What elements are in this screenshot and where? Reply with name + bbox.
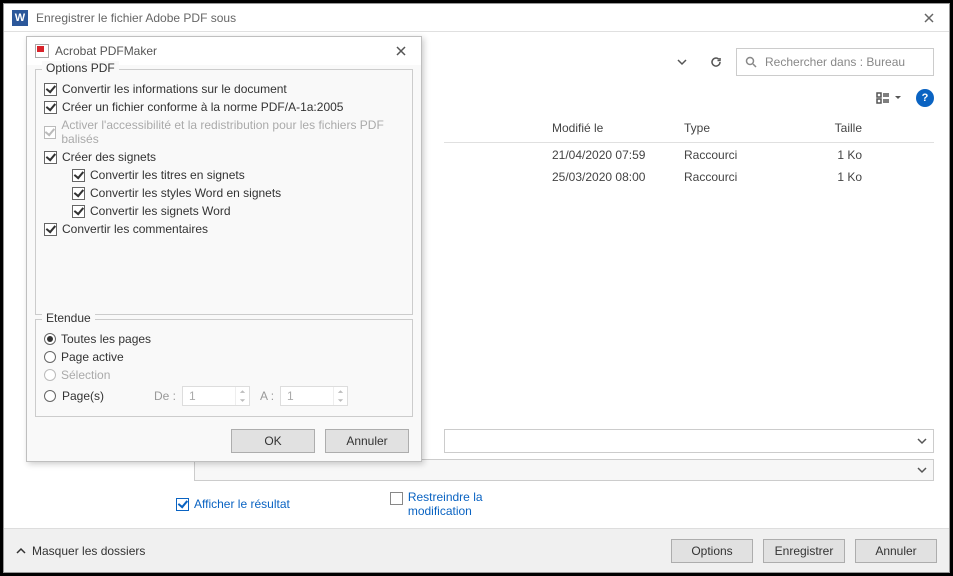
col-header-name[interactable]	[444, 119, 552, 142]
checkbox-icon	[72, 187, 85, 200]
view-toolbar: ?	[876, 89, 934, 107]
view-mode-button[interactable]	[876, 92, 902, 104]
pdfmaker-title: Acrobat PDFMaker	[55, 44, 389, 58]
opt-bm-styles[interactable]: Convertir les styles Word en signets	[44, 184, 404, 202]
refresh-button[interactable]	[702, 48, 730, 76]
range-from-label: De :	[154, 389, 176, 403]
close-icon	[396, 46, 406, 56]
radio-icon	[44, 369, 56, 381]
filename-field[interactable]	[444, 429, 934, 453]
pdf-options-group: Options PDF Convertir les informations s…	[35, 69, 413, 315]
chevron-down-icon	[677, 57, 687, 67]
file-row[interactable]: 21/04/2020 07:59 Raccourci 1 Ko	[444, 146, 934, 166]
file-row[interactable]: 25/03/2020 08:00 Raccourci 1 Ko	[444, 168, 934, 188]
dropdown-arrow-icon	[894, 94, 902, 102]
close-icon	[924, 13, 934, 23]
pdfmaker-ok-button[interactable]: OK	[231, 429, 315, 453]
opt-bm-headings[interactable]: Convertir les titres en signets	[44, 166, 404, 184]
checkbox-icon	[390, 492, 403, 505]
save-as-dialog: W Enregistrer le fichier Adobe PDF sous …	[3, 3, 950, 573]
opt-bookmarks[interactable]: Créer des signets	[44, 148, 404, 166]
checkbox-icon	[176, 498, 189, 511]
range-pages-row: Page(s) De : 1 A : 1	[44, 384, 404, 408]
spin-up-icon[interactable]	[239, 389, 246, 394]
spin-up-icon[interactable]	[337, 389, 344, 394]
pdfmaker-dialog: Acrobat PDFMaker Options PDF Convertir l…	[26, 36, 422, 462]
checkbox-icon	[44, 223, 57, 236]
opt-bm-word[interactable]: Convertir les signets Word	[44, 202, 404, 220]
spin-down-icon[interactable]	[239, 398, 246, 403]
range-from-spinner[interactable]: 1	[182, 386, 250, 406]
opt-comments[interactable]: Convertir les commentaires	[44, 220, 404, 238]
pdfmaker-button-row: OK Annuler	[27, 421, 421, 461]
show-result-checkbox[interactable]: Afficher le résultat	[176, 490, 290, 518]
range-pages-radio[interactable]	[44, 390, 56, 402]
range-to-label: A :	[260, 389, 274, 403]
col-header-type[interactable]: Type	[684, 119, 802, 142]
range-selection: Sélection	[44, 366, 404, 384]
main-titlebar: W Enregistrer le fichier Adobe PDF sous	[4, 4, 949, 32]
bottom-options: Afficher le résultat Restreindre la modi…	[4, 490, 949, 518]
pdf-icon	[35, 44, 49, 58]
pdfmaker-close-button[interactable]	[389, 39, 413, 63]
pdfmaker-cancel-button[interactable]: Annuler	[325, 429, 409, 453]
checkbox-icon	[44, 151, 57, 164]
chevron-down-icon	[917, 436, 927, 446]
radio-icon	[44, 333, 56, 345]
file-list-header: Modifié le Type Taille	[444, 119, 934, 143]
range-current[interactable]: Page active	[44, 348, 404, 366]
col-header-modified[interactable]: Modifié le	[552, 119, 684, 142]
search-placeholder: Rechercher dans : Bureau	[765, 55, 905, 69]
filetype-field[interactable]	[194, 459, 934, 481]
opt-tagged: Activer l'accessibilité et la redistribu…	[44, 116, 404, 148]
range-legend: Etendue	[42, 311, 95, 325]
checkbox-icon	[72, 169, 85, 182]
options-button[interactable]: Options	[671, 539, 753, 563]
range-all[interactable]: Toutes les pages	[44, 330, 404, 348]
hide-folders-button[interactable]: Masquer les dossiers	[16, 544, 145, 558]
cancel-button[interactable]: Annuler	[855, 539, 937, 563]
range-group: Etendue Toutes les pages Page active Sél…	[35, 319, 413, 417]
checkbox-icon	[44, 101, 57, 114]
chevron-down-icon	[917, 465, 927, 475]
view-list-icon	[876, 92, 890, 104]
save-button[interactable]: Enregistrer	[763, 539, 845, 563]
refresh-icon	[710, 56, 722, 68]
history-dropdown-button[interactable]	[668, 48, 696, 76]
address-toolbar: Rechercher dans : Bureau	[668, 48, 934, 76]
range-to-spinner[interactable]: 1	[280, 386, 348, 406]
checkbox-icon	[44, 126, 56, 139]
search-icon	[745, 56, 757, 68]
restrict-modification-checkbox[interactable]: Restreindre la modification	[390, 490, 498, 518]
main-close-button[interactable]	[909, 4, 949, 32]
checkbox-icon	[72, 205, 85, 218]
spin-down-icon[interactable]	[337, 398, 344, 403]
opt-doc-info[interactable]: Convertir les informations sur le docume…	[44, 80, 404, 98]
footer-bar: Masquer les dossiers Options Enregistrer…	[4, 528, 949, 572]
radio-icon	[44, 351, 56, 363]
range-pages-label: Page(s)	[62, 389, 132, 403]
opt-pdfa[interactable]: Créer un fichier conforme à la norme PDF…	[44, 98, 404, 116]
search-input[interactable]: Rechercher dans : Bureau	[736, 48, 934, 76]
checkbox-icon	[44, 83, 57, 96]
pdf-options-legend: Options PDF	[42, 61, 119, 75]
word-icon: W	[12, 10, 28, 26]
chevron-up-icon	[16, 546, 26, 556]
col-header-size[interactable]: Taille	[802, 119, 862, 142]
help-button[interactable]: ?	[916, 89, 934, 107]
main-title: Enregistrer le fichier Adobe PDF sous	[36, 11, 909, 25]
